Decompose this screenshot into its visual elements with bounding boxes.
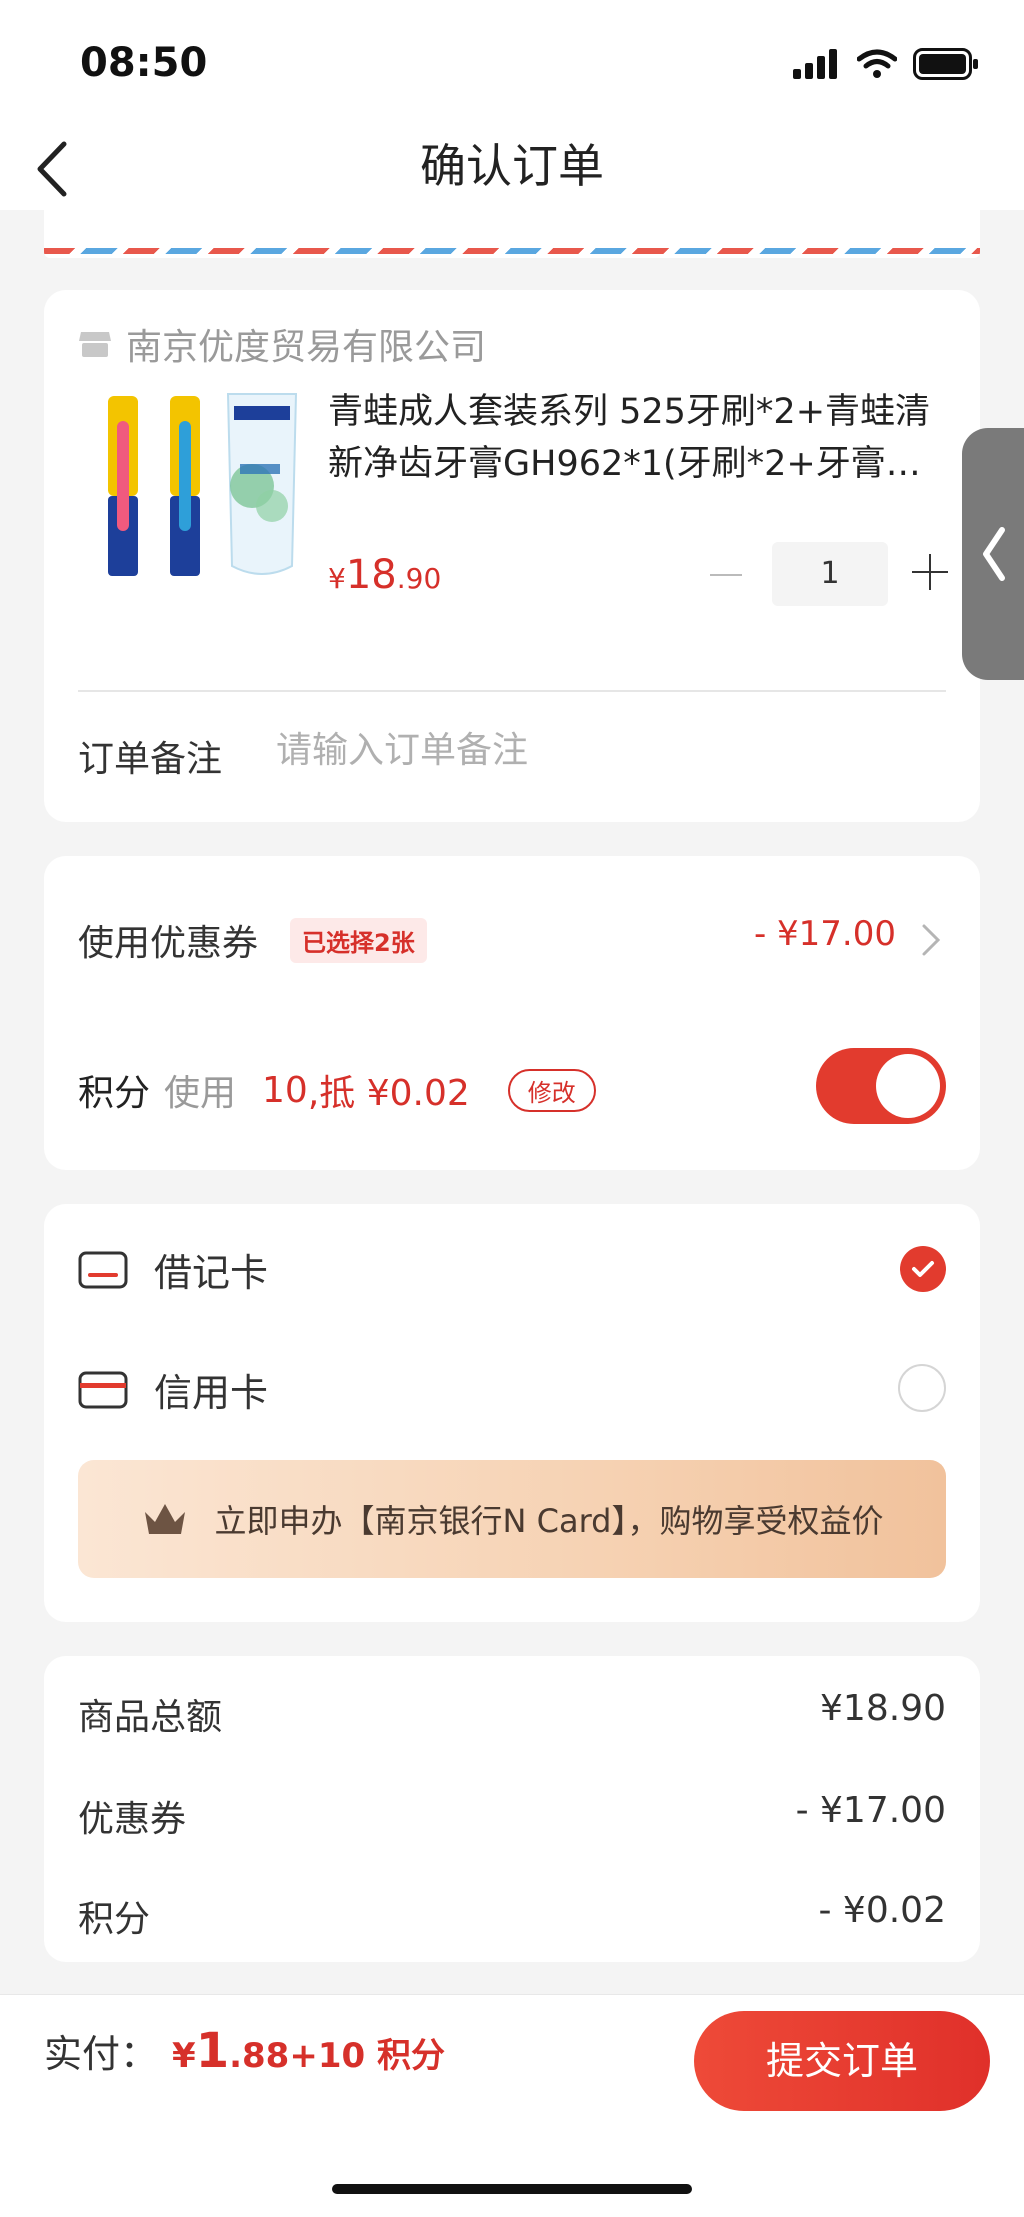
summary-value: - ¥17.00 — [795, 1790, 946, 1831]
status-icons — [793, 48, 979, 80]
side-drawer-handle[interactable] — [962, 428, 1024, 680]
promo-text: 立即申办【南京银行N Card】，购物享受权益价 — [214, 1502, 884, 1540]
summary-value: - ¥0.02 — [818, 1890, 947, 1931]
points-offset: ,抵 ¥0.02 — [307, 1073, 470, 1114]
payment-card: 借记卡 信用卡 立即申办【南京银行N Card】，购物享受权益价 — [44, 1204, 980, 1622]
price-decimal: .90 — [396, 562, 442, 595]
divider — [78, 690, 946, 692]
summary-value: ¥18.90 — [820, 1688, 946, 1729]
summary-label: 商品总额 — [78, 1697, 223, 1738]
summary-row-subtotal: 商品总额 ¥18.90 — [78, 1688, 946, 1740]
total-label: 实付： — [44, 2032, 159, 2076]
product-price: ¥18.90 — [328, 552, 441, 598]
remark-label: 订单备注 — [78, 739, 223, 780]
product-title[interactable]: 青蛙成人套装系列 525牙刷*2+青蛙清新净齿牙膏GH962*1(牙刷*2+牙膏… — [328, 386, 938, 490]
points-toggle[interactable] — [816, 1048, 946, 1124]
total-yen: ¥ — [172, 2036, 196, 2076]
coupon-badge: 已选择2张 — [290, 918, 427, 963]
home-indicator[interactable] — [332, 2184, 692, 2194]
shop-name: 南京优度贸易有限公司 — [126, 327, 487, 368]
payment-option-credit[interactable]: 信用卡 — [78, 1362, 268, 1417]
quantity-input[interactable]: 1 — [772, 542, 888, 606]
total-amount: ¥ 1 .88+10 积分 — [172, 2023, 445, 2079]
modify-points-button[interactable]: 修改 — [507, 1068, 596, 1112]
summary-row-coupon: 优惠券 - ¥17.00 — [78, 1790, 946, 1842]
credit-card-icon — [78, 1371, 128, 1408]
debit-card-label: 借记卡 — [154, 1251, 269, 1295]
chevron-left-icon — [983, 527, 1005, 581]
coupon-amount[interactable]: - ¥17.00 — [754, 914, 896, 954]
chevron-right-icon[interactable] — [918, 920, 944, 960]
discounts-card: 使用优惠券 已选择2张 - ¥17.00 积分 使用 10 ,抵 ¥0.02 修… — [44, 856, 980, 1170]
wifi-icon — [857, 49, 897, 78]
summary-label: 积分 — [78, 1899, 151, 1940]
credit-card-label: 信用卡 — [154, 1371, 269, 1415]
points-number: 10 — [262, 1069, 308, 1111]
page-title: 确认订单 — [420, 139, 604, 193]
submit-order-button[interactable]: 提交订单 — [694, 2011, 990, 2111]
crown-icon — [144, 1504, 185, 1534]
total-payment: 实付： ¥ 1 .88+10 积分 — [44, 2023, 445, 2079]
signal-icon — [793, 49, 837, 79]
remark-input[interactable] — [276, 720, 926, 780]
store-icon — [79, 332, 111, 357]
shop-header: 南京优度贸易有限公司 — [78, 318, 486, 370]
credit-radio[interactable] — [898, 1364, 946, 1412]
price-integer: 18 — [345, 552, 397, 598]
status-bar: 08:50 — [0, 0, 1024, 120]
points-use-label: 使用 — [164, 1073, 237, 1114]
address-card[interactable] — [44, 210, 980, 258]
product-card: 南京优度贸易有限公司 青蛙成人套装系列 525牙刷*2+青蛙清新净齿牙膏GH96… — [44, 290, 980, 822]
debit-card-icon — [78, 1251, 128, 1288]
summary-label: 优惠券 — [78, 1799, 187, 1840]
total-integer: 1 — [195, 2023, 230, 2079]
promo-banner[interactable]: 立即申办【南京银行N Card】，购物享受权益价 — [78, 1460, 946, 1578]
quantity-decrease-button[interactable] — [704, 552, 748, 596]
summary-row-points: 积分 - ¥0.02 — [78, 1890, 946, 1942]
price-symbol: ¥ — [328, 562, 346, 595]
coupon-label[interactable]: 使用优惠券 — [78, 914, 258, 966]
nav-bar: 确认订单 — [0, 120, 1024, 210]
summary-card: 商品总额 ¥18.90 优惠券 - ¥17.00 积分 - ¥0.02 — [44, 1656, 980, 1962]
product-image[interactable] — [100, 386, 330, 606]
payment-option-debit[interactable]: 借记卡 — [78, 1242, 268, 1297]
battery-icon — [913, 48, 978, 80]
points-label: 积分 — [78, 1073, 151, 1114]
debit-radio-checked[interactable] — [900, 1246, 946, 1292]
status-time: 08:50 — [80, 40, 208, 86]
check-icon — [912, 1261, 934, 1277]
toggle-knob — [876, 1054, 940, 1118]
total-tail: .88+10 积分 — [229, 2036, 445, 2076]
points-row: 积分 使用 10 ,抵 ¥0.02 修改 — [78, 1064, 596, 1116]
quantity-increase-button[interactable] — [910, 552, 950, 592]
airmail-border — [44, 248, 980, 254]
